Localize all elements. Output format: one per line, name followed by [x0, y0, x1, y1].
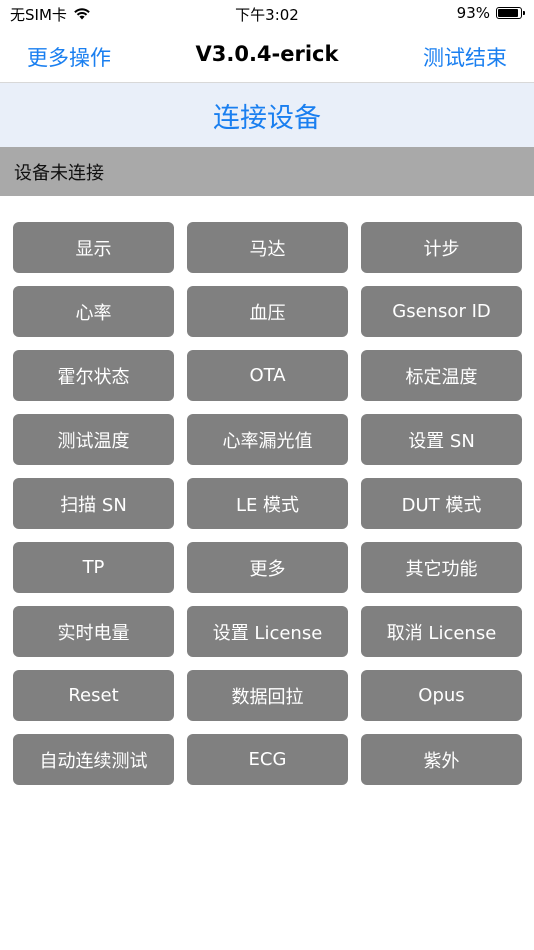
heart-rate-light-leak-button[interactable]: 心率漏光值 [187, 414, 348, 465]
reset-button[interactable]: Reset [13, 670, 174, 721]
cancel-license-button[interactable]: 取消 License [361, 606, 522, 657]
device-status-bar: 设备未连接 [0, 147, 534, 196]
gsensor-id-button[interactable]: Gsensor ID [361, 286, 522, 337]
status-time: 下午3:02 [235, 6, 299, 24]
function-button-grid: 显示 马达 计步 心率 血压 Gsensor ID 霍尔状态 OTA 标定温度 … [13, 222, 522, 785]
battery-tip [523, 11, 525, 15]
opus-button[interactable]: Opus [361, 670, 522, 721]
tp-button[interactable]: TP [13, 542, 174, 593]
device-status-label: 设备未连接 [14, 162, 104, 184]
dut-mode-button[interactable]: DUT 模式 [361, 478, 522, 529]
calibrate-temperature-button[interactable]: 标定温度 [361, 350, 522, 401]
connect-device-button[interactable]: 连接设备 [0, 83, 534, 147]
end-test-button[interactable]: 测试结束 [423, 42, 507, 72]
hall-state-button[interactable]: 霍尔状态 [13, 350, 174, 401]
heart-rate-button[interactable]: 心率 [13, 286, 174, 337]
blood-pressure-button[interactable]: 血压 [187, 286, 348, 337]
display-button[interactable]: 显示 [13, 222, 174, 273]
le-mode-button[interactable]: LE 模式 [187, 478, 348, 529]
app-screen: 无SIM卡 下午3:02 93% 更多操作 V3.0.4-erick 测试结束 … [0, 0, 534, 950]
pedometer-button[interactable]: 计步 [361, 222, 522, 273]
ultraviolet-button[interactable]: 紫外 [361, 734, 522, 785]
more-button[interactable]: 更多 [187, 542, 348, 593]
test-temperature-button[interactable]: 测试温度 [13, 414, 174, 465]
status-right: 93% [456, 4, 525, 22]
battery-fill [498, 9, 519, 17]
realtime-battery-button[interactable]: 实时电量 [13, 606, 174, 657]
set-license-button[interactable]: 设置 License [187, 606, 348, 657]
ota-button[interactable]: OTA [187, 350, 348, 401]
set-sn-button[interactable]: 设置 SN [361, 414, 522, 465]
ecg-button[interactable]: ECG [187, 734, 348, 785]
scan-sn-button[interactable]: 扫描 SN [13, 478, 174, 529]
motor-button[interactable]: 马达 [187, 222, 348, 273]
data-pullback-button[interactable]: 数据回拉 [187, 670, 348, 721]
navigation-bar: 更多操作 V3.0.4-erick 测试结束 [0, 30, 534, 83]
other-functions-button[interactable]: 其它功能 [361, 542, 522, 593]
auto-continuous-test-button[interactable]: 自动连续测试 [13, 734, 174, 785]
battery-icon [496, 7, 525, 19]
connect-device-label: 连接设备 [213, 102, 321, 134]
status-bar: 无SIM卡 下午3:02 93% [0, 0, 534, 30]
battery-percent: 93% [456, 4, 490, 22]
